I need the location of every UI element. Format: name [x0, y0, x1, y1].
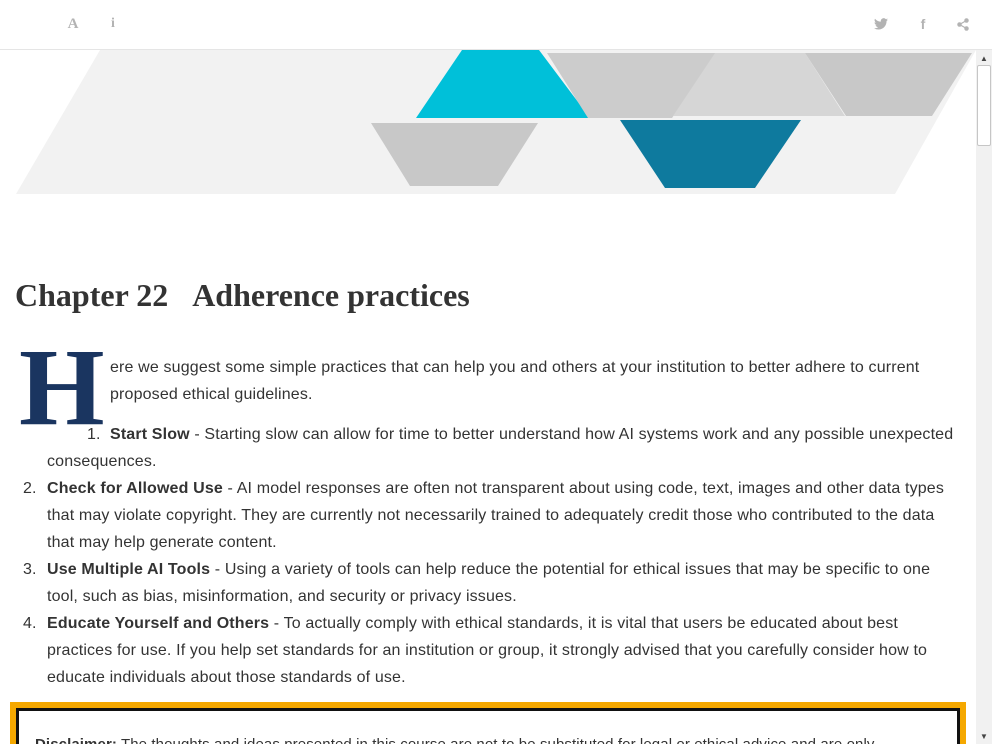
list-item-title: Check for Allowed Use [47, 480, 223, 497]
share-icon[interactable] [953, 14, 973, 34]
list-item-title: Use Multiple AI Tools [47, 561, 211, 578]
list-item: 2. Check for Allowed Use - AI model respo… [23, 475, 959, 556]
list-item: 3. Use Multiple AI Tools - Using a variet… [23, 556, 959, 610]
font-settings-icon[interactable]: A [63, 14, 83, 34]
list-item: 1. Start Slow - Starting slow can allow f… [47, 421, 959, 475]
vertical-scrollbar[interactable]: ▲ ▼ [976, 50, 992, 744]
practices-list: 1. Start Slow - Starting slow can allow f… [23, 421, 959, 691]
chapter-number: Chapter 22 [15, 277, 169, 313]
scrollbar-thumb[interactable] [977, 65, 991, 146]
list-number: 2. [23, 480, 37, 497]
chapter-title: Chapter 22 Adherence practices [15, 277, 470, 314]
list-item: 4. Educate Yourself and Others - To actua… [23, 610, 959, 691]
list-number: 3. [23, 561, 37, 578]
list-item-title: Educate Yourself and Others [47, 615, 270, 632]
scroll-up-arrow-icon[interactable]: ▲ [976, 51, 992, 65]
top-toolbar: A i f [0, 0, 992, 50]
chapter-name: Adherence practices [192, 277, 470, 313]
intro-paragraph: ere we suggest some simple practices tha… [110, 359, 920, 403]
chapter-banner-image [16, 50, 976, 194]
list-item-title: Start Slow [110, 426, 190, 443]
disclaimer-text: The thoughts and ideas presented in this… [117, 736, 875, 744]
disclaimer-label: Disclaimer: [35, 736, 117, 744]
disclaimer-box: Disclaimer: The thoughts and ideas prese… [10, 702, 966, 744]
main-content: Chapter 22 Adherence practices H ere we s… [0, 50, 976, 744]
list-number: 1. [87, 426, 101, 443]
scroll-down-arrow-icon[interactable]: ▼ [976, 729, 992, 743]
list-number: 4. [23, 615, 37, 632]
facebook-icon[interactable]: f [913, 14, 933, 34]
twitter-icon[interactable] [871, 14, 891, 34]
info-icon[interactable]: i [103, 14, 123, 34]
disclaimer-content: Disclaimer: The thoughts and ideas prese… [16, 708, 960, 744]
